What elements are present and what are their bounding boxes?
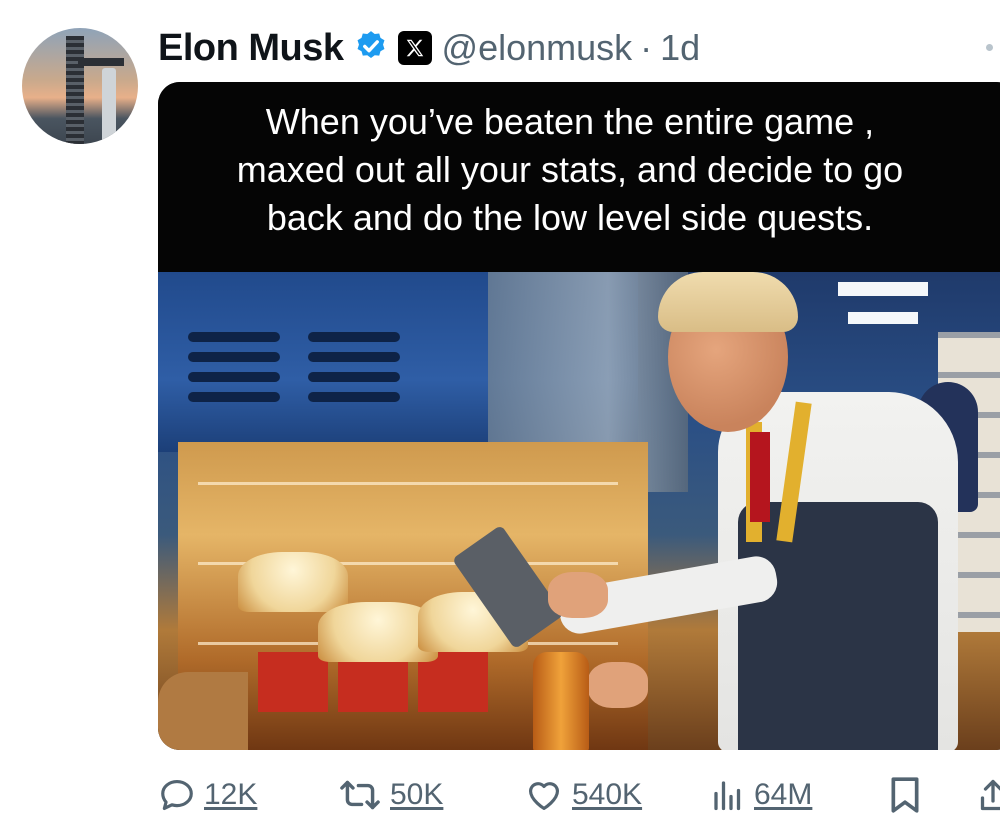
share-button[interactable] — [978, 770, 1000, 820]
repost-icon — [340, 780, 380, 810]
views-button[interactable]: 64M — [710, 770, 812, 820]
bookmark-icon — [891, 777, 919, 813]
x-logo-icon — [397, 31, 432, 65]
avatar-rocket — [102, 68, 116, 144]
reply-count: 12K — [204, 778, 258, 811]
verified-badge-icon — [354, 29, 388, 68]
author-avatar[interactable] — [22, 28, 138, 144]
views-chart-icon — [714, 781, 741, 811]
sauce-bottle — [533, 652, 589, 750]
tweet-actions: 12K 50K 540K 64M — [158, 770, 1000, 820]
time-separator: · — [640, 27, 653, 68]
more-options-icon[interactable] — [986, 44, 993, 51]
repost-count: 50K — [390, 778, 444, 811]
avatar-launch-tower — [66, 36, 84, 144]
avatar-tower-arm — [78, 58, 124, 66]
repost-button[interactable]: 50K — [338, 770, 443, 820]
caption-line: back and do the low level side quests. — [266, 197, 874, 238]
tweet-timestamp[interactable]: 1d — [660, 27, 700, 69]
media-photo — [158, 272, 1000, 750]
author-display-name[interactable]: Elon Musk — [158, 27, 344, 70]
like-button[interactable]: 540K — [524, 770, 642, 820]
heart-icon — [528, 782, 560, 811]
tweet-header: Elon Musk @elonmusk · 1d — [158, 20, 700, 76]
person-tie — [750, 432, 770, 522]
caption-line: maxed out all your stats, and decide to … — [236, 149, 904, 190]
bookmark-button[interactable] — [888, 770, 922, 820]
views-count: 64M — [754, 778, 813, 811]
reply-icon — [161, 779, 193, 811]
tweet-media[interactable]: When you’ve beaten the entire game , max… — [158, 82, 1000, 750]
author-handle[interactable]: @elonmusk — [442, 27, 633, 69]
caption-line: When you’ve beaten the entire game , — [265, 101, 875, 142]
person-apron — [738, 502, 938, 750]
like-count: 540K — [572, 778, 643, 811]
share-icon — [980, 779, 1000, 811]
reply-button[interactable]: 12K — [158, 770, 257, 820]
paper-bag — [158, 672, 248, 750]
media-caption: When you’ve beaten the entire game , max… — [158, 82, 1000, 272]
person-hair — [658, 272, 798, 332]
